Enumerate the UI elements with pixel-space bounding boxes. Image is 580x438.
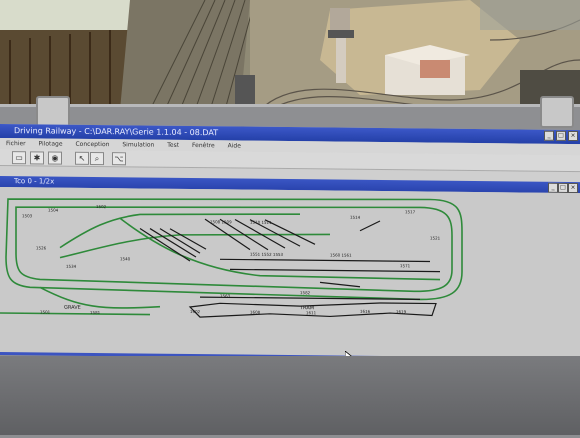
svg-text:1503: 1503 bbox=[22, 213, 33, 218]
svg-text:1502: 1502 bbox=[96, 204, 107, 209]
svg-text:1619: 1619 bbox=[396, 309, 407, 314]
minimize-button[interactable]: _ bbox=[544, 130, 554, 141]
svg-text:1521: 1521 bbox=[430, 236, 441, 241]
menu-test[interactable]: Test bbox=[167, 142, 179, 149]
lower-bezel bbox=[0, 356, 580, 435]
lamp-icon[interactable]: ◉ bbox=[48, 151, 62, 165]
zoom-icon[interactable]: ⌕ bbox=[90, 151, 104, 166]
svg-text:1517: 1517 bbox=[405, 209, 416, 214]
svg-text:1608: 1608 bbox=[250, 310, 261, 315]
svg-text:1581: 1581 bbox=[90, 310, 101, 315]
svg-text:1602: 1602 bbox=[190, 309, 201, 314]
monitor-screen: Driving Railway - C:\DAR.RAY\Gerie 1.1.0… bbox=[0, 124, 580, 362]
menu-fenetre[interactable]: Fenêtre bbox=[192, 142, 215, 149]
svg-text:1508 1509: 1508 1509 bbox=[210, 219, 232, 224]
svg-text:1582: 1582 bbox=[300, 290, 311, 295]
monitor-clip-right bbox=[540, 96, 574, 128]
close-button[interactable]: × bbox=[568, 130, 578, 142]
svg-text:1616: 1616 bbox=[360, 309, 371, 314]
menu-pilotage[interactable]: Pilotage bbox=[39, 140, 63, 147]
photo-scene: Driving Railway - C:\DAR.RAY\Gerie 1.1.0… bbox=[0, 0, 580, 438]
model-railway-photo bbox=[0, 0, 580, 110]
tree-icon[interactable]: ⌥ bbox=[112, 152, 126, 166]
menu-conception[interactable]: Conception bbox=[75, 141, 109, 148]
svg-text:1534: 1534 bbox=[66, 264, 77, 269]
svg-text:1510 1511: 1510 1511 bbox=[250, 220, 272, 225]
maximize-button[interactable]: □ bbox=[556, 130, 566, 141]
svg-text:1560 1561: 1560 1561 bbox=[330, 252, 352, 257]
cursor-icon[interactable]: ↖ bbox=[75, 151, 89, 165]
svg-text:1504: 1504 bbox=[48, 208, 59, 213]
tools-icon[interactable]: ✱ bbox=[30, 151, 44, 165]
tco-maximize-button[interactable]: □ bbox=[558, 182, 568, 193]
svg-text:1514: 1514 bbox=[350, 215, 361, 220]
svg-text:1571: 1571 bbox=[400, 263, 411, 268]
track-diagram-canvas[interactable]: 1503 1504 1502 1508 1509 1510 1511 1514 151… bbox=[0, 187, 580, 359]
tco-minimize-button[interactable]: _ bbox=[548, 182, 558, 193]
layout-photo-drawing bbox=[0, 0, 580, 110]
svg-text:1563: 1563 bbox=[220, 293, 231, 298]
svg-text:1551 1552 1553: 1551 1552 1553 bbox=[250, 252, 284, 257]
menu-simulation[interactable]: Simulation bbox=[122, 141, 154, 148]
tco-window-title: Tco 0 - 1/2x bbox=[14, 177, 55, 186]
track-plan-drawing: 1503 1504 1502 1508 1509 1510 1511 1514 151… bbox=[0, 198, 463, 318]
svg-text:1540: 1540 bbox=[120, 256, 131, 261]
svg-text:1501: 1501 bbox=[40, 309, 51, 314]
menu-fichier[interactable]: Fichier bbox=[6, 140, 26, 147]
monitor-clip-left bbox=[36, 96, 70, 128]
station-label: GRAVE bbox=[64, 305, 81, 311]
black-track-lines bbox=[139, 218, 440, 318]
yard-label: TRAM bbox=[299, 305, 314, 311]
svg-text:1526: 1526 bbox=[36, 245, 47, 250]
open-folder-icon[interactable]: ▭ bbox=[12, 151, 26, 165]
menu-aide[interactable]: Aide bbox=[228, 142, 241, 149]
tco-close-button[interactable]: × bbox=[568, 182, 578, 194]
